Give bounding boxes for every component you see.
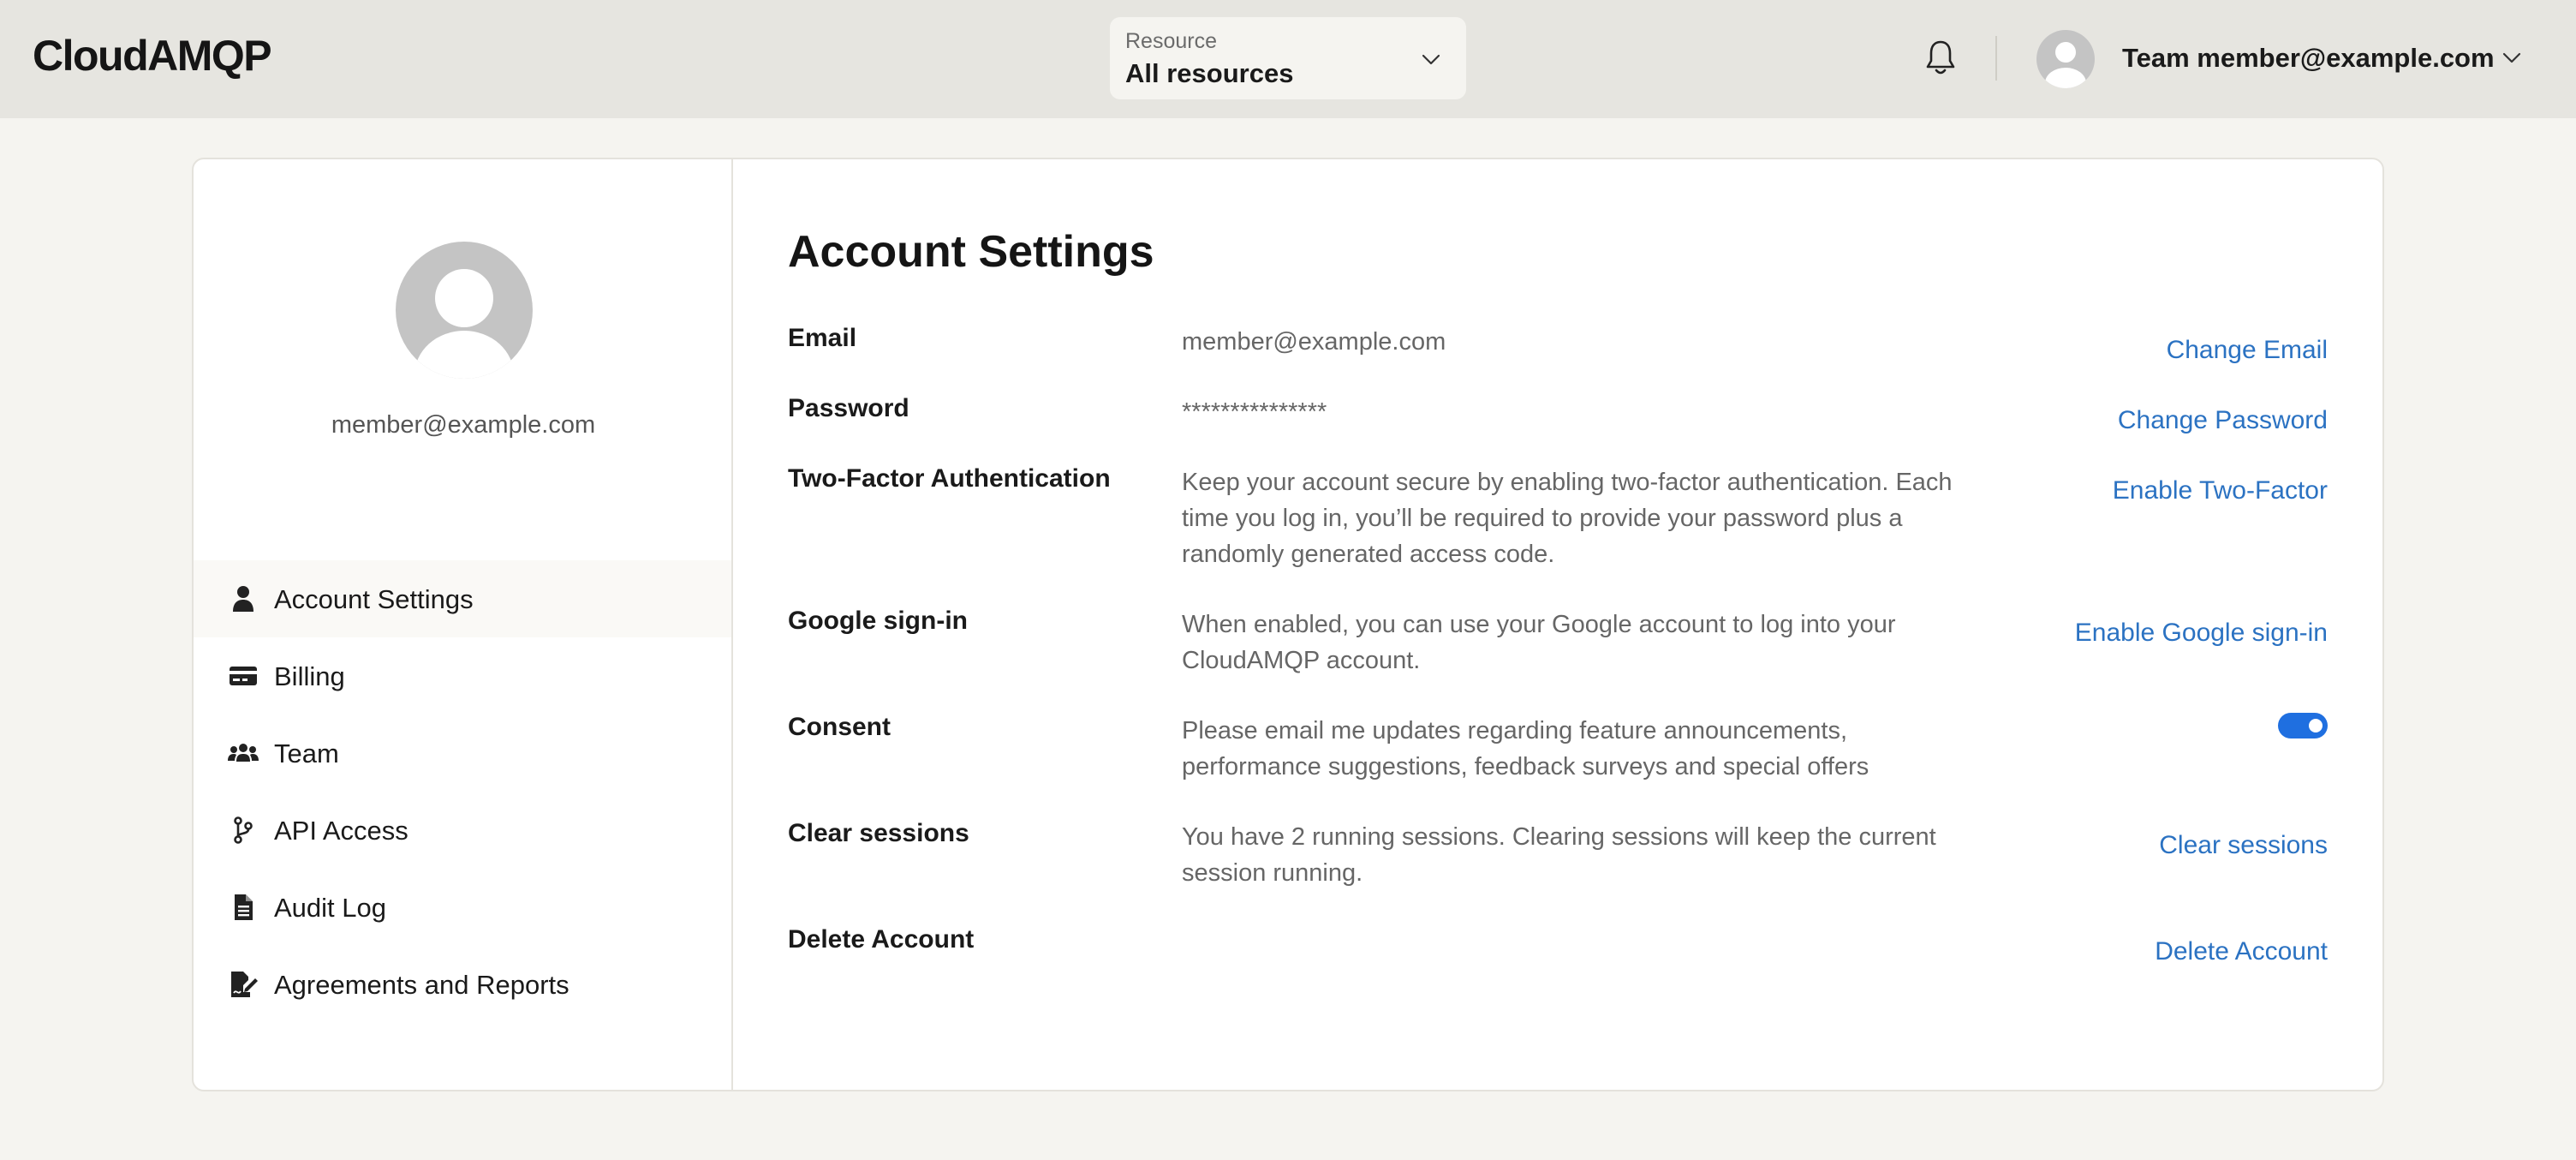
settings-sidebar: member@example.com Account Settings Bill… <box>194 159 733 1090</box>
chevron-down-icon <box>1422 54 1440 65</box>
avatar-placeholder-icon <box>414 269 514 379</box>
row-label: Password <box>788 394 909 422</box>
sidebar-item-label: API Access <box>274 816 408 846</box>
clear-sessions-link[interactable]: Clear sessions <box>2159 831 2328 860</box>
row-value: You have 2 running sessions. Clearing se… <box>1182 823 1936 887</box>
row-value: Keep your account secure by enabling two… <box>1182 469 1953 568</box>
enable-two-factor-link[interactable]: Enable Two-Factor <box>2113 476 2328 505</box>
profile-email: member@example.com <box>331 411 596 439</box>
sidebar-item-label: Agreements and Reports <box>274 970 569 1000</box>
change-email-link[interactable]: Change Email <box>2167 336 2328 365</box>
credit-card-icon <box>230 667 257 685</box>
sidebar-item-agreements-and-reports[interactable]: Agreements and Reports <box>194 946 731 1023</box>
document-icon <box>235 894 253 920</box>
sidebar-item-billing[interactable]: Billing <box>194 637 731 715</box>
page-title: Account Settings <box>788 227 1154 277</box>
row-label: Clear sessions <box>788 819 969 847</box>
row-value: *************** <box>1182 398 1327 426</box>
row-label: Google sign-in <box>788 607 968 635</box>
row-value: Please email me updates regarding featur… <box>1182 717 1869 780</box>
change-password-link[interactable]: Change Password <box>2118 406 2328 435</box>
sidebar-item-api-access[interactable]: API Access <box>194 792 731 869</box>
sidebar-item-account-settings[interactable]: Account Settings <box>194 560 731 637</box>
user-avatar[interactable] <box>2036 30 2095 88</box>
settings-card: member@example.com Account Settings Bill… <box>192 158 2384 1091</box>
bell-icon[interactable] <box>1923 38 1958 77</box>
signature-icon <box>231 972 258 997</box>
row-label: Two-Factor Authentication <box>788 464 1111 493</box>
user-menu-chevron-icon[interactable] <box>2499 45 2525 70</box>
row-label: Consent <box>788 713 891 741</box>
sidebar-item-label: Billing <box>274 661 345 691</box>
avatar-placeholder-icon <box>2045 42 2086 88</box>
resource-selector-label: Resource <box>1125 29 1217 53</box>
logo[interactable]: CloudAMQP <box>33 31 272 81</box>
sidebar-item-label: Team <box>274 738 339 768</box>
row-value: member@example.com <box>1182 328 1446 356</box>
code-branch-icon <box>234 816 253 844</box>
user-icon <box>233 586 253 612</box>
resource-selector[interactable]: Resource All resources <box>1110 17 1466 99</box>
delete-account-link[interactable]: Delete Account <box>2155 937 2328 966</box>
enable-google-sign-in-link[interactable]: Enable Google sign-in <box>2075 619 2328 648</box>
row-label: Email <box>788 324 857 352</box>
top-bar: CloudAMQP Resource All resources Team me… <box>0 0 2576 118</box>
toggle-knob <box>2309 719 2323 732</box>
sidebar-item-label: Audit Log <box>274 893 386 923</box>
resource-selector-value: All resources <box>1125 58 1294 88</box>
header-divider <box>1995 36 1997 81</box>
users-icon <box>228 744 259 762</box>
row-label: Delete Account <box>788 925 975 954</box>
sidebar-item-label: Account Settings <box>274 584 474 614</box>
consent-toggle[interactable] <box>2278 713 2328 738</box>
sidebar-item-audit-log[interactable]: Audit Log <box>194 869 731 946</box>
sidebar-item-team[interactable]: Team <box>194 715 731 792</box>
row-value: When enabled, you can use your Google ac… <box>1182 611 1896 674</box>
user-menu-label[interactable]: Team member@example.com <box>2122 43 2495 74</box>
profile-avatar <box>396 242 533 379</box>
settings-nav: Account Settings Billing Team API Access… <box>194 560 731 1023</box>
